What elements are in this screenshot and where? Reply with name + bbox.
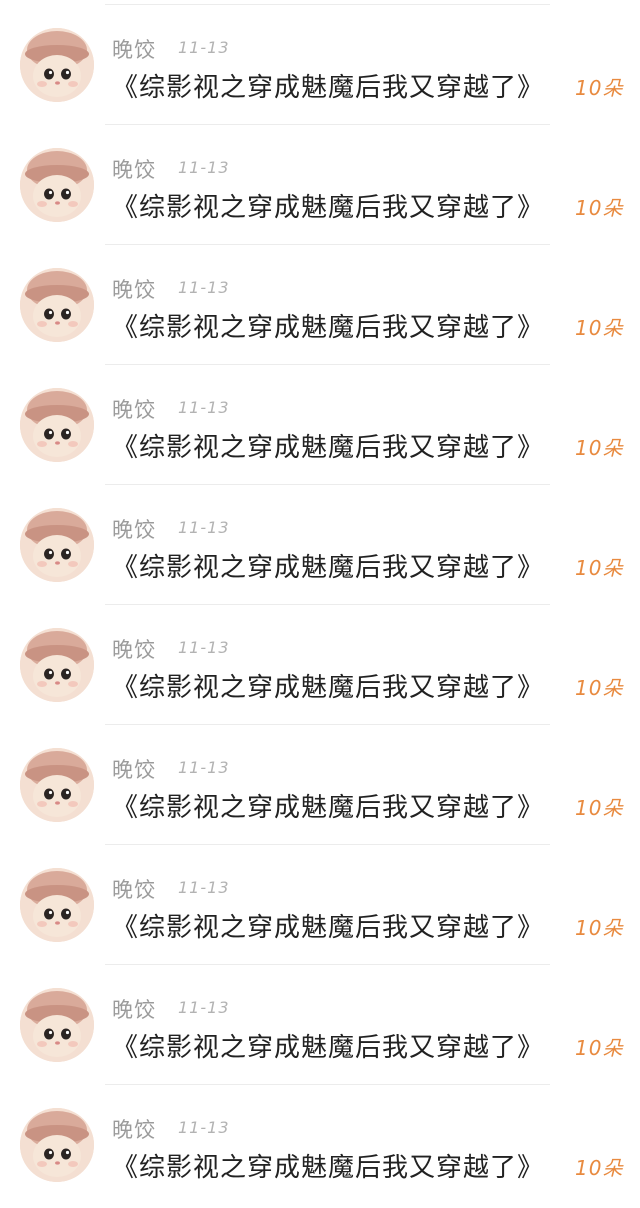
gift-count: 10朵 (575, 1156, 624, 1180)
avatar[interactable] (20, 508, 94, 582)
gift-count: 10朵 (575, 916, 624, 940)
book-title[interactable]: 《综影视之穿成魅魔后我又穿越了》 (112, 907, 562, 944)
gift-count: 10朵 (575, 316, 624, 340)
list-item[interactable]: 晚饺 11-13 《综影视之穿成魅魔后我又穿越了》 10朵 (0, 244, 640, 364)
date: 11-13 (178, 758, 230, 777)
list-item[interactable]: 晚饺 11-13 《综影视之穿成魅魔后我又穿越了》 10朵 (0, 1084, 640, 1204)
username: 晚饺 (112, 518, 156, 542)
divider (105, 1084, 550, 1085)
avatar[interactable] (20, 148, 94, 222)
kitten-avatar-icon (20, 28, 94, 102)
avatar[interactable] (20, 268, 94, 342)
username: 晚饺 (112, 38, 156, 62)
kitten-avatar-icon (20, 1108, 94, 1182)
date: 11-13 (178, 398, 230, 417)
kitten-avatar-icon (20, 268, 94, 342)
divider (105, 4, 550, 5)
book-title[interactable]: 《综影视之穿成魅魔后我又穿越了》 (112, 427, 562, 464)
avatar[interactable] (20, 1108, 94, 1182)
username: 晚饺 (112, 998, 156, 1022)
kitten-avatar-icon (20, 868, 94, 942)
username: 晚饺 (112, 878, 156, 902)
book-title[interactable]: 《综影视之穿成魅魔后我又穿越了》 (112, 667, 562, 704)
gift-count: 10朵 (575, 556, 624, 580)
avatar[interactable] (20, 988, 94, 1062)
divider (105, 724, 550, 725)
date: 11-13 (178, 878, 230, 897)
book-title[interactable]: 《综影视之穿成魅魔后我又穿越了》 (112, 1147, 562, 1184)
divider (105, 244, 550, 245)
date: 11-13 (178, 38, 230, 57)
avatar[interactable] (20, 628, 94, 702)
username: 晚饺 (112, 1118, 156, 1142)
book-title[interactable]: 《综影视之穿成魅魔后我又穿越了》 (112, 187, 562, 224)
divider (105, 964, 550, 965)
list-item[interactable]: 晚饺 11-13 《综影视之穿成魅魔后我又穿越了》 10朵 (0, 124, 640, 244)
kitten-avatar-icon (20, 628, 94, 702)
kitten-avatar-icon (20, 148, 94, 222)
kitten-avatar-icon (20, 508, 94, 582)
divider (105, 844, 550, 845)
book-title[interactable]: 《综影视之穿成魅魔后我又穿越了》 (112, 307, 562, 344)
avatar[interactable] (20, 388, 94, 462)
list-item[interactable]: 晚饺 11-13 《综影视之穿成魅魔后我又穿越了》 10朵 (0, 604, 640, 724)
gift-count: 10朵 (575, 436, 624, 460)
list-item[interactable]: 晚饺 11-13 《综影视之穿成魅魔后我又穿越了》 10朵 (0, 724, 640, 844)
avatar[interactable] (20, 748, 94, 822)
list-item[interactable]: 晚饺 11-13 《综影视之穿成魅魔后我又穿越了》 10朵 (0, 484, 640, 604)
gift-count: 10朵 (575, 1036, 624, 1060)
gift-count: 10朵 (575, 76, 624, 100)
list-item[interactable]: 晚饺 11-13 《综影视之穿成魅魔后我又穿越了》 10朵 (0, 964, 640, 1084)
avatar[interactable] (20, 868, 94, 942)
list-item[interactable]: 晚饺 11-13 《综影视之穿成魅魔后我又穿越了》 10朵 (0, 4, 640, 124)
username: 晚饺 (112, 158, 156, 182)
book-title[interactable]: 《综影视之穿成魅魔后我又穿越了》 (112, 547, 562, 584)
username: 晚饺 (112, 278, 156, 302)
date: 11-13 (178, 998, 230, 1017)
username: 晚饺 (112, 758, 156, 782)
date: 11-13 (178, 638, 230, 657)
kitten-avatar-icon (20, 388, 94, 462)
date: 11-13 (178, 518, 230, 537)
list-item[interactable]: 晚饺 11-13 《综影视之穿成魅魔后我又穿越了》 10朵 (0, 364, 640, 484)
date: 11-13 (178, 158, 230, 177)
date: 11-13 (178, 278, 230, 297)
book-title[interactable]: 《综影视之穿成魅魔后我又穿越了》 (112, 67, 562, 104)
kitten-avatar-icon (20, 748, 94, 822)
divider (105, 484, 550, 485)
avatar[interactable] (20, 28, 94, 102)
book-title[interactable]: 《综影视之穿成魅魔后我又穿越了》 (112, 787, 562, 824)
gift-count: 10朵 (575, 196, 624, 220)
divider (105, 604, 550, 605)
kitten-avatar-icon (20, 988, 94, 1062)
gift-record-list: 晚饺 11-13 《综影视之穿成魅魔后我又穿越了》 10朵 晚饺 11-13 《… (0, 0, 640, 1208)
divider (105, 364, 550, 365)
gift-count: 10朵 (575, 796, 624, 820)
divider (105, 124, 550, 125)
book-title[interactable]: 《综影视之穿成魅魔后我又穿越了》 (112, 1027, 562, 1064)
date: 11-13 (178, 1118, 230, 1137)
username: 晚饺 (112, 638, 156, 662)
gift-count: 10朵 (575, 676, 624, 700)
list-item[interactable]: 晚饺 11-13 《综影视之穿成魅魔后我又穿越了》 10朵 (0, 844, 640, 964)
username: 晚饺 (112, 398, 156, 422)
